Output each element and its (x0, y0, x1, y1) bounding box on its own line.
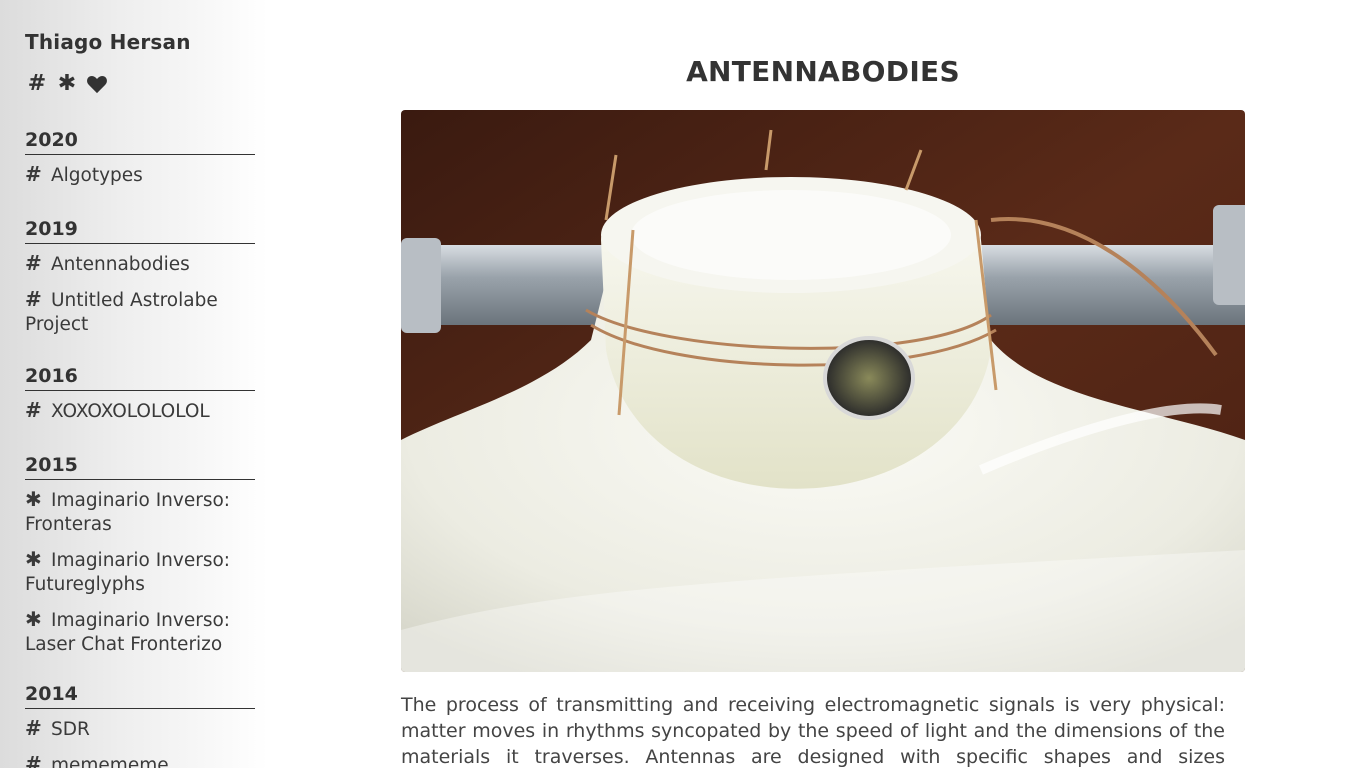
project-label: Imaginario Inverso: Laser Chat Fronteriz… (25, 610, 231, 655)
heart-icon[interactable] (85, 70, 109, 98)
asterisk-icon: ✱ (25, 487, 42, 511)
hash-icon: # (25, 752, 42, 768)
project-description: The process of transmitting and receivin… (401, 694, 1225, 768)
project-label: Algotypes (51, 165, 143, 186)
project-link-sdr[interactable]: # SDR (25, 716, 255, 742)
sidebar: Thiago Hersan # ✱ 2020 # Algotypes 2019 #… (0, 0, 268, 768)
year-section-2016: 2016 # XOXOXOLOLOLOL (25, 364, 255, 424)
year-heading: 2016 (25, 364, 255, 391)
project-label: memememe (51, 755, 169, 768)
asterisk-icon: ✱ (25, 547, 42, 571)
year-section-2020: 2020 # Algotypes (25, 128, 255, 188)
project-link-antennabodies[interactable]: # Antennabodies (25, 251, 255, 277)
hash-icon: # (25, 162, 42, 186)
asterisk-icon[interactable]: ✱ (55, 70, 79, 98)
year-heading: 2019 (25, 217, 255, 244)
year-section-2015: 2015 ✱ Imaginario Inverso: Fronteras ✱ Ima… (25, 453, 255, 657)
page-title: ANTENNABODIES (686, 55, 960, 88)
hash-icon: # (25, 716, 42, 740)
project-link-untitled-astrolabe-project[interactable]: # Untitled Astrolabe Project (25, 287, 255, 337)
hash-icon: # (25, 287, 42, 311)
year-section-2014: 2014 # SDR # memememe (25, 682, 255, 768)
year-heading: 2020 (25, 128, 255, 155)
asterisk-icon: ✱ (25, 607, 42, 631)
hash-icon[interactable]: # (25, 70, 49, 98)
main-content: ANTENNABODIES The process of transmittin… (268, 0, 1366, 768)
year-heading: 2014 (25, 682, 255, 709)
project-link-algotypes[interactable]: # Algotypes (25, 162, 255, 188)
project-label: Imaginario Inverso: Futureglyphs (25, 550, 231, 595)
project-link-xoxoxolololol[interactable]: # XOXOXOLOLOLOL (25, 398, 255, 424)
project-label: Untitled Astrolabe Project (25, 290, 218, 335)
project-label: XOXOXOLOLOLOL (51, 401, 210, 422)
project-label: Antennabodies (51, 254, 190, 275)
hash-icon: # (25, 251, 42, 275)
project-link-memememe[interactable]: # memememe (25, 752, 255, 768)
project-label: SDR (51, 719, 90, 740)
project-label: Imaginario Inverso: Fronteras (25, 490, 231, 535)
project-photo (401, 110, 1245, 672)
project-link-imaginario-inverso-fronteras[interactable]: ✱ Imaginario Inverso: Fronteras (25, 487, 255, 537)
year-section-2019: 2019 # Antennabodies # Untitled Astrolabe … (25, 217, 255, 337)
filter-bar: # ✱ (25, 70, 109, 98)
project-link-imaginario-inverso-futureglyphs[interactable]: ✱ Imaginario Inverso: Futureglyphs (25, 547, 255, 597)
project-link-imaginario-inverso-laser-chat[interactable]: ✱ Imaginario Inverso: Laser Chat Fronteri… (25, 607, 255, 657)
site-name-link[interactable]: Thiago Hersan (25, 30, 191, 54)
year-heading: 2015 (25, 453, 255, 480)
hash-icon: # (25, 398, 42, 422)
